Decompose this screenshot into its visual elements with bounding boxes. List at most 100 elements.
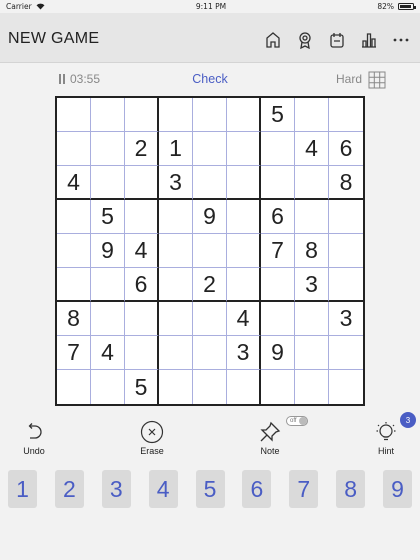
award-icon[interactable] (294, 29, 316, 51)
number-key-5[interactable]: 5 (195, 470, 225, 508)
board-cell[interactable]: 1 (159, 132, 193, 166)
board-cell[interactable] (193, 98, 227, 132)
board-cell[interactable]: 9 (91, 234, 125, 268)
board-cell[interactable] (91, 370, 125, 404)
board-cell[interactable]: 4 (125, 234, 159, 268)
board-cell[interactable]: 3 (159, 166, 193, 200)
board-cell[interactable] (193, 336, 227, 370)
board-cell[interactable] (295, 370, 329, 404)
board-cell[interactable]: 7 (57, 336, 91, 370)
board-cell[interactable]: 2 (125, 132, 159, 166)
board-cell[interactable] (193, 132, 227, 166)
board-cell[interactable]: 9 (193, 200, 227, 234)
board-cell[interactable] (125, 166, 159, 200)
board-cell[interactable] (91, 132, 125, 166)
board-cell[interactable] (159, 268, 193, 302)
board-cell[interactable] (125, 336, 159, 370)
board-cell[interactable]: 5 (125, 370, 159, 404)
board-cell[interactable]: 4 (295, 132, 329, 166)
board-cell[interactable] (159, 98, 193, 132)
board-cell[interactable] (125, 98, 159, 132)
board-cell[interactable] (329, 200, 363, 234)
board-cell[interactable] (227, 98, 261, 132)
board-cell[interactable]: 4 (227, 302, 261, 336)
board-cell[interactable] (227, 132, 261, 166)
board-cell[interactable] (329, 268, 363, 302)
board-cell[interactable]: 6 (125, 268, 159, 302)
board-cell[interactable]: 7 (261, 234, 295, 268)
board-cell[interactable] (57, 200, 91, 234)
board-cell[interactable] (159, 302, 193, 336)
board-cell[interactable] (295, 200, 329, 234)
number-key-8[interactable]: 8 (336, 470, 366, 508)
board-cell[interactable] (261, 302, 295, 336)
board-cell[interactable] (295, 336, 329, 370)
board-cell[interactable] (261, 166, 295, 200)
board-cell[interactable] (91, 166, 125, 200)
note-button[interactable]: off Note (250, 416, 308, 456)
board-cell[interactable] (193, 166, 227, 200)
board-cell[interactable] (193, 234, 227, 268)
board-cell[interactable] (57, 234, 91, 268)
board-cell[interactable]: 4 (57, 166, 91, 200)
board-cell[interactable] (57, 98, 91, 132)
undo-button[interactable]: Undo (18, 418, 50, 456)
board-cell[interactable] (57, 132, 91, 166)
number-key-9[interactable]: 9 (383, 470, 412, 508)
board-cell[interactable]: 3 (295, 268, 329, 302)
board-cell[interactable] (159, 200, 193, 234)
more-icon[interactable] (390, 29, 412, 51)
board-cell[interactable] (227, 166, 261, 200)
board-cell[interactable] (329, 370, 363, 404)
home-icon[interactable] (262, 29, 284, 51)
board-cell[interactable] (57, 370, 91, 404)
erase-button[interactable]: Erase (136, 418, 168, 456)
board-cell[interactable] (329, 98, 363, 132)
board-cell[interactable] (261, 370, 295, 404)
board-cell[interactable] (261, 268, 295, 302)
board-cell[interactable] (125, 200, 159, 234)
board-cell[interactable]: 9 (261, 336, 295, 370)
board-cell[interactable] (227, 370, 261, 404)
number-key-6[interactable]: 6 (242, 470, 272, 508)
board-cell[interactable]: 6 (329, 132, 363, 166)
board-cell[interactable] (261, 132, 295, 166)
board-cell[interactable] (159, 234, 193, 268)
board-cell[interactable] (227, 268, 261, 302)
board-cell[interactable] (159, 370, 193, 404)
board-cell[interactable]: 5 (91, 200, 125, 234)
board-cell[interactable] (227, 234, 261, 268)
note-toggle[interactable]: off (286, 416, 308, 426)
calendar-icon[interactable] (326, 29, 348, 51)
board-cell[interactable]: 8 (329, 166, 363, 200)
board-cell[interactable] (125, 302, 159, 336)
hint-button[interactable]: 3 Hint (370, 412, 416, 456)
board-cell[interactable]: 6 (261, 200, 295, 234)
board-cell[interactable] (295, 98, 329, 132)
board-cell[interactable] (159, 336, 193, 370)
board-cell[interactable] (57, 268, 91, 302)
board-cell[interactable]: 5 (261, 98, 295, 132)
number-key-1[interactable]: 1 (8, 470, 37, 508)
number-key-4[interactable]: 4 (148, 470, 178, 508)
board-cell[interactable] (295, 166, 329, 200)
board-cell[interactable] (329, 234, 363, 268)
board-cell[interactable]: 3 (227, 336, 261, 370)
board-cell[interactable] (91, 268, 125, 302)
board-cell[interactable]: 4 (91, 336, 125, 370)
number-key-2[interactable]: 2 (54, 470, 84, 508)
board-cell[interactable]: 8 (295, 234, 329, 268)
board-cell[interactable] (329, 336, 363, 370)
board-cell[interactable]: 8 (57, 302, 91, 336)
number-key-3[interactable]: 3 (101, 470, 131, 508)
board-cell[interactable] (227, 200, 261, 234)
grid-icon[interactable] (368, 71, 386, 89)
board-cell[interactable]: 3 (329, 302, 363, 336)
stats-icon[interactable] (358, 29, 380, 51)
board-cell[interactable] (295, 302, 329, 336)
board-cell[interactable] (91, 98, 125, 132)
board-cell[interactable] (193, 302, 227, 336)
number-key-7[interactable]: 7 (289, 470, 319, 508)
board-cell[interactable] (193, 370, 227, 404)
board-cell[interactable]: 2 (193, 268, 227, 302)
